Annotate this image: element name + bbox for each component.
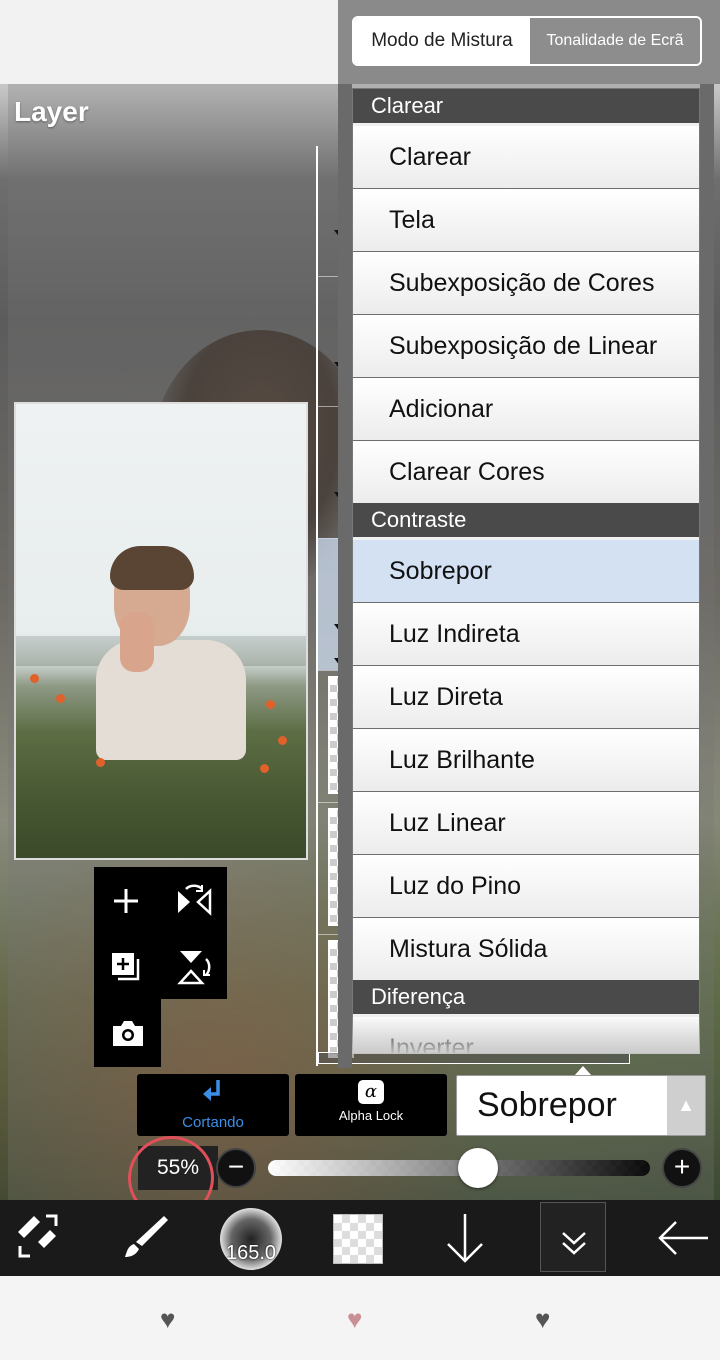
camera-icon: [113, 1021, 143, 1046]
heart-icon[interactable]: ♥: [347, 1306, 362, 1332]
plus-icon: [114, 889, 138, 913]
preview-flower: [30, 674, 39, 683]
layer-tools: [94, 867, 227, 999]
blend-item[interactable]: Luz do Pino: [353, 855, 699, 918]
add-layer-icon: [112, 953, 140, 981]
blend-item[interactable]: Luz Indireta: [353, 603, 699, 666]
add-layer-button[interactable]: [96, 871, 156, 931]
blend-mode-list[interactable]: Clarear Clarear Tela Subexposição de Cor…: [352, 88, 700, 1054]
blend-item[interactable]: Tela: [353, 189, 699, 252]
group-header-contrast: Contraste: [353, 503, 699, 537]
opacity-increase-button[interactable]: +: [662, 1148, 702, 1188]
blend-item[interactable]: Inverter: [353, 1017, 699, 1053]
flip-vertical-icon: [177, 951, 211, 985]
blend-item[interactable]: Mistura Sólida: [353, 918, 699, 981]
transform-tool-button[interactable]: [10, 1210, 66, 1266]
blend-item[interactable]: Clarear: [353, 126, 699, 189]
blend-tabs: Modo de Mistura Tonalidade de Ecrã: [352, 16, 702, 66]
blend-mode-value: Sobrepor: [477, 1086, 617, 1124]
opacity-slider-thumb[interactable]: [458, 1148, 499, 1188]
chevron-up-icon[interactable]: ▲: [667, 1076, 705, 1135]
transform-icon: [18, 1214, 58, 1258]
preview-flower: [96, 758, 105, 767]
clipping-label: Cortando: [182, 1114, 244, 1131]
brush-size-button[interactable]: 165.0: [220, 1208, 282, 1270]
clipping-button[interactable]: Cortando: [137, 1074, 289, 1136]
flip-horizontal-icon: [178, 884, 212, 916]
opacity-decrease-button[interactable]: −: [216, 1148, 256, 1188]
blend-item[interactable]: Clarear Cores: [353, 441, 699, 504]
tab-blend-mode[interactable]: Modo de Mistura: [354, 18, 530, 64]
panel-title: Layer: [14, 96, 89, 127]
layers-collapse-button[interactable]: [540, 1202, 606, 1272]
blend-panel-frame: [700, 84, 714, 536]
heart-icon[interactable]: ♥: [160, 1306, 175, 1332]
color-swatch-button[interactable]: [333, 1214, 383, 1264]
layer-tools-extra: [94, 999, 161, 1067]
blend-item-selected[interactable]: Sobrepor: [353, 540, 699, 603]
tab-screen-tone[interactable]: Tonalidade de Ecrã: [530, 18, 700, 64]
group-header-difference: Diferença: [353, 980, 699, 1014]
preview-flower: [266, 700, 275, 709]
preview-flower: [278, 736, 287, 745]
blend-item[interactable]: Subexposição de Cores: [353, 252, 699, 315]
brush-size-value: 165.0: [225, 1242, 277, 1264]
heart-icon[interactable]: ♥: [535, 1306, 550, 1332]
blend-item[interactable]: Subexposição de Linear: [353, 315, 699, 378]
flip-horizontal-button[interactable]: [164, 871, 224, 931]
layer-down-button[interactable]: [430, 1206, 500, 1270]
camera-button[interactable]: [98, 1003, 158, 1063]
layer-preview-image[interactable]: [14, 402, 308, 860]
lock-icon: α: [358, 1080, 384, 1104]
preview-person-hair: [110, 546, 194, 590]
clipping-arrow-icon: [137, 1078, 289, 1112]
blend-item[interactable]: Luz Direta: [353, 666, 699, 729]
brush-icon: [125, 1216, 168, 1257]
blend-item[interactable]: Adicionar: [353, 378, 699, 441]
blend-item[interactable]: Luz Brilhante: [353, 729, 699, 792]
group-header-lighten: Clarear: [353, 89, 699, 123]
blend-item[interactable]: Luz Linear: [353, 792, 699, 855]
alpha-lock-label: Alpha Lock: [338, 1108, 404, 1123]
preview-flower: [56, 694, 65, 703]
arrow-down-icon: [447, 1214, 483, 1263]
duplicate-layer-button[interactable]: [96, 937, 156, 997]
brush-tool-button[interactable]: [118, 1210, 174, 1266]
double-chevron-down-icon: [562, 1232, 586, 1255]
blend-panel-frame: [338, 84, 352, 1068]
preview-flower: [260, 764, 269, 773]
preview-person-hand: [120, 612, 154, 672]
alpha-lock-button[interactable]: α Alpha Lock: [295, 1074, 447, 1136]
blend-mode-select[interactable]: Sobrepor ▲: [456, 1075, 706, 1136]
back-button[interactable]: [650, 1206, 716, 1270]
arrow-left-icon: [658, 1221, 708, 1255]
flip-vertical-button[interactable]: [164, 937, 224, 997]
preview-person-shirt: [96, 640, 246, 760]
